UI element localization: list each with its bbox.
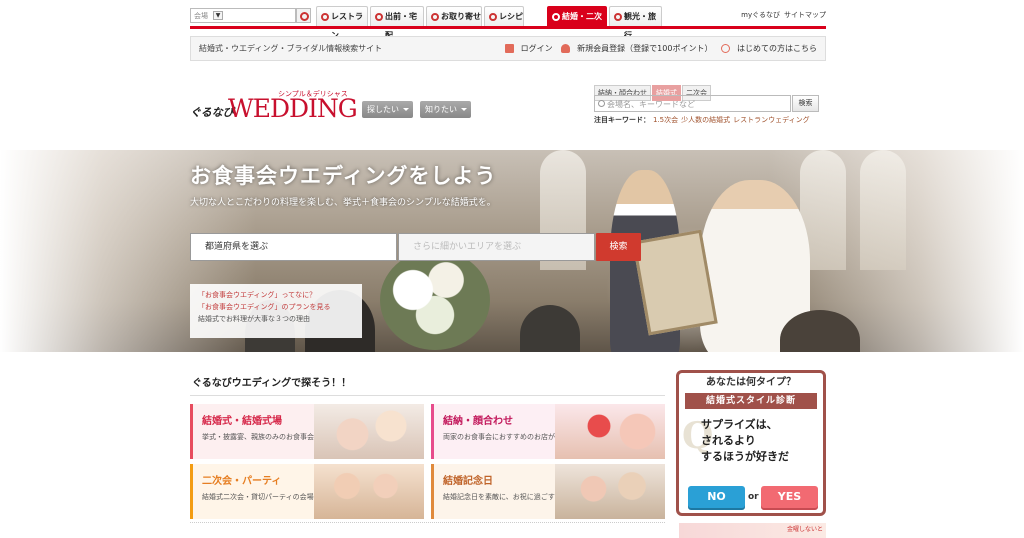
- card-accent-bar: [431, 404, 434, 459]
- prefecture-select[interactable]: 都道府県を選ぶ: [190, 233, 397, 261]
- login-link[interactable]: ログイン: [504, 44, 553, 53]
- hero-banner: お食事会ウエディングをしよう 大切な人とこだわりの料理を楽しむ、挙式＋食事会のシ…: [0, 150, 1024, 352]
- site-logo[interactable]: ぐるなび WEDDING シンプル＆デリシャス: [190, 90, 360, 123]
- register-label: 新規会員登録（登録で100ポイント）: [577, 44, 713, 53]
- quiz-header: あなたは何タイプ？: [706, 377, 796, 388]
- book-icon: [504, 44, 514, 53]
- know-menu-dropdown[interactable]: 知りたい: [420, 101, 471, 118]
- tab-label: お取り寄せ: [441, 12, 481, 21]
- tab-dot-icon: [321, 13, 329, 21]
- chevron-down-icon: ▼: [213, 11, 223, 20]
- category-card-yuino[interactable]: 結納・顔合わせ 両家のお食事会におすすめのお店が満載: [431, 404, 665, 459]
- hero-link[interactable]: 結婚式でお料理が大事な３つの理由: [198, 313, 354, 325]
- quiz-question-line: するほうが好きだ: [701, 450, 789, 463]
- keyword-link[interactable]: 1.5次会: [653, 116, 678, 124]
- card-title: 二次会・パーティ: [202, 476, 282, 487]
- hero-search-button[interactable]: 検索: [596, 233, 641, 261]
- card-accent-bar: [190, 404, 193, 459]
- hero-title: お食事会ウエディングをしよう: [190, 164, 497, 188]
- card-accent-bar: [190, 464, 193, 519]
- sitemap-link[interactable]: サイトマップ: [784, 11, 826, 19]
- card-desc: 両家のお食事会におすすめのお店が満載: [443, 433, 569, 441]
- tab-recipe[interactable]: レシピ: [484, 6, 524, 26]
- card-photo: [555, 404, 665, 459]
- know-menu-label: 知りたい: [425, 105, 457, 114]
- side-banner-text: 金曜しないと: [786, 526, 823, 533]
- hero-guest: [520, 305, 580, 352]
- tab-otoriyose[interactable]: お取り寄せ: [426, 6, 482, 26]
- divider: [190, 522, 665, 538]
- card-photo: [314, 404, 424, 459]
- user-icon: [561, 44, 571, 53]
- quiz-question: サプライズは、 されるより するほうが好きだ: [701, 417, 789, 465]
- global-nav: 会場 ▼ レストラン 出前・宅配 お取り寄せ レシピ 結婚・二次会 観光・旅行 …: [190, 6, 826, 40]
- account-links: ログイン 新規会員登録（登録で100ポイント） はじめての方はこちら: [499, 37, 817, 60]
- style-quiz-widget: あなたは何タイプ？ 結婚式スタイル診断 Q サプライズは、 されるより するほう…: [676, 370, 826, 516]
- first-time-link[interactable]: はじめての方はこちら: [721, 44, 817, 53]
- hot-keywords: 注目キーワード： 1.5次会 少人数の結婚式 レストランウェディング: [594, 115, 810, 125]
- hero-flowers: [380, 250, 490, 350]
- tab-wedding[interactable]: 結婚・二次会: [547, 6, 607, 40]
- first-time-label: はじめての方はこちら: [737, 44, 817, 53]
- genre-select[interactable]: 会場 ▼: [190, 8, 296, 23]
- quiz-body: Q サプライズは、 されるより するほうが好きだ: [679, 413, 823, 483]
- quiz-no-button[interactable]: NO: [688, 486, 745, 508]
- tab-delivery[interactable]: 出前・宅配: [370, 6, 424, 40]
- search-icon[interactable]: [296, 8, 311, 23]
- logo-subtitle: シンプル＆デリシャス: [278, 90, 348, 98]
- my-gurunavi-link[interactable]: myぐるなび: [741, 11, 780, 19]
- keyword-link[interactable]: レストランウェディング: [733, 116, 810, 124]
- header-links: myぐるなび サイトマップ: [737, 10, 826, 20]
- login-label: ログイン: [520, 44, 553, 53]
- tab-dot-icon: [431, 13, 439, 21]
- quiz-question-line: サプライズは、: [701, 418, 778, 431]
- card-photo: [555, 464, 665, 519]
- tab-travel[interactable]: 観光・旅行: [609, 6, 662, 40]
- quiz-yes-button[interactable]: YES: [761, 486, 818, 508]
- quiz-band: 結婚式スタイル診断: [685, 393, 817, 409]
- tab-dot-icon: [552, 13, 560, 21]
- site-tagline: 結婚式・ウエディング・ブライダル情報検索サイト: [199, 44, 383, 53]
- section-title: ぐるなびウエディングで探そう！！: [190, 371, 665, 396]
- card-photo: [314, 464, 424, 519]
- keyword-search: 結納・顔合わせ 結婚式 二次会 会場名、キーワードなど 検索 注目キーワード： 1.5…: [594, 80, 826, 124]
- quiz-or-label: or: [748, 492, 759, 502]
- search-menu-dropdown[interactable]: 探したい: [362, 101, 413, 118]
- card-desc: 挙式・披露宴、親族のみのお食事会も！: [202, 433, 328, 441]
- tab-restaurant[interactable]: レストラン: [316, 6, 368, 40]
- tab-label: レシピ: [499, 12, 523, 21]
- keyword-search-input[interactable]: 会場名、キーワードなど: [594, 95, 791, 112]
- card-title: 結婚記念日: [443, 476, 493, 487]
- hot-keywords-label: 注目キーワード：: [594, 116, 650, 124]
- hero-link[interactable]: 「お食事会ウエディング」のプランを見る: [198, 301, 354, 313]
- category-card-anniversary[interactable]: 結婚記念日 結婚記念日を素敵に、お祝に過ごすなら！: [431, 464, 665, 519]
- nav-underline: [190, 26, 826, 29]
- card-accent-bar: [431, 464, 434, 519]
- hero-window: [860, 150, 906, 270]
- card-title: 結婚式・結婚式場: [202, 416, 282, 427]
- card-desc: 結婚式二次会・貸切パーティの会場探し: [202, 493, 328, 501]
- tab-dot-icon: [489, 13, 497, 21]
- quiz-question-line: されるより: [701, 434, 756, 447]
- category-card-party[interactable]: 二次会・パーティ 結婚式二次会・貸切パーティの会場探し: [190, 464, 424, 519]
- hero-link[interactable]: 「お食事会ウエディング」ってなに？: [198, 289, 354, 301]
- side-banner[interactable]: 金曜しないと: [679, 523, 826, 538]
- tab-dot-icon: [375, 13, 383, 21]
- area-select[interactable]: さらに細かいエリアを選ぶ: [398, 233, 595, 261]
- register-link[interactable]: 新規会員登録（登録で100ポイント）: [561, 44, 712, 53]
- hero-link-box: 「お食事会ウエディング」ってなに？ 「お食事会ウエディング」のプランを見る 結婚…: [190, 284, 362, 338]
- help-icon: [721, 44, 730, 53]
- category-card-wedding[interactable]: 結婚式・結婚式場 挙式・披露宴、親族のみのお食事会も！: [190, 404, 424, 459]
- genre-select-value: 会場: [194, 12, 208, 20]
- search-menu-label: 探したい: [367, 105, 399, 114]
- keyword-search-button[interactable]: 検索: [792, 95, 819, 112]
- card-title: 結納・顔合わせ: [443, 416, 513, 427]
- tab-dot-icon: [614, 13, 622, 21]
- info-bar: 結婚式・ウエディング・ブライダル情報検索サイト ログイン 新規会員登録（登録で1…: [190, 36, 826, 61]
- hero-subtitle: 大切な人とこだわりの料理を楽しむ、挙式＋食事会のシンプルな結婚式を。: [190, 198, 496, 208]
- keyword-link[interactable]: 少人数の結婚式: [681, 116, 730, 124]
